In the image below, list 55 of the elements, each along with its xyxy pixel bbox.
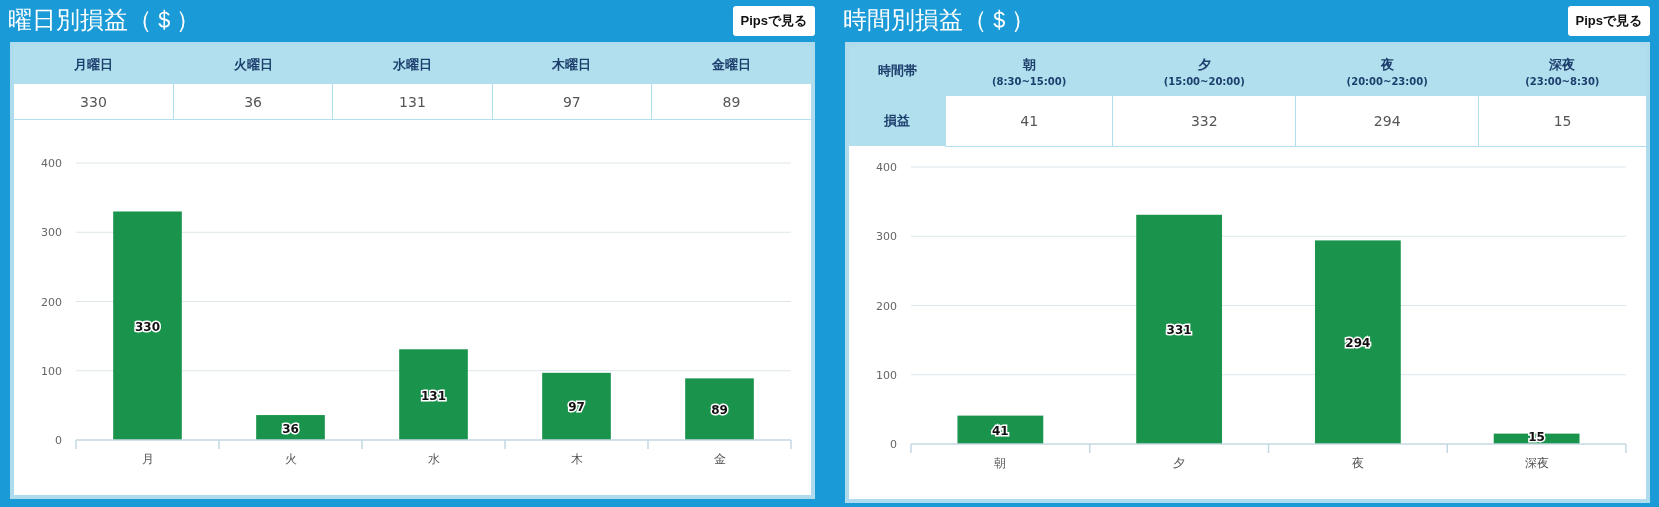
- bar-value-label: 41: [992, 423, 1009, 438]
- axis-label: 木: [570, 452, 583, 466]
- pips-button[interactable]: Pipsで見る: [732, 6, 815, 36]
- axis-label: 200: [41, 295, 62, 309]
- axis-label: 400: [41, 157, 62, 170]
- column-header: 月曜日: [14, 46, 174, 84]
- axis-label: 夕: [1173, 455, 1186, 470]
- axis-label: 金: [713, 452, 726, 466]
- table-cell: 131: [332, 84, 493, 120]
- bar-value-label: 89: [711, 403, 728, 418]
- axis-label: 朝: [994, 455, 1007, 470]
- table-cell: 330: [14, 84, 174, 120]
- axis-label: 火: [284, 452, 297, 466]
- bar-value-label: 330: [134, 319, 161, 334]
- panel-title: 曜日別損益（＄）: [8, 5, 200, 36]
- column-header: 夕 (15:00~20:00): [1112, 46, 1296, 96]
- bar: [256, 415, 325, 440]
- table-cell: 294: [1295, 96, 1479, 146]
- bar-value-label: 15: [1528, 429, 1545, 444]
- bar: [685, 378, 754, 440]
- table-cell: 15: [1478, 96, 1646, 146]
- table-cell: 97: [492, 84, 652, 120]
- column-header: 朝 (8:30~15:00): [945, 46, 1113, 96]
- column-header: 金曜日: [651, 46, 811, 84]
- axis-label: 水: [427, 452, 440, 466]
- axis-label: 100: [41, 364, 62, 378]
- table-cell: 89: [651, 84, 811, 120]
- table-cell: 36: [173, 84, 333, 120]
- table-cell: 332: [1112, 96, 1296, 146]
- column-header: 夜 (20:00~23:00): [1295, 46, 1479, 96]
- bar-value-label: 97: [568, 400, 585, 415]
- bar-value-label: 331: [1166, 322, 1192, 337]
- column-header: 深夜 (23:00~8:30): [1478, 46, 1646, 96]
- axis-label: 300: [41, 226, 62, 240]
- axis-label: 400: [876, 160, 897, 174]
- column-header: 木曜日: [492, 46, 652, 84]
- row-header: 損益: [849, 96, 946, 146]
- column-header: 水曜日: [332, 46, 493, 84]
- axis-label: 夜: [1351, 455, 1364, 470]
- bar-value-label: 36: [282, 421, 299, 436]
- axis-label: 300: [876, 229, 897, 243]
- pips-button[interactable]: Pipsで見る: [1567, 6, 1650, 36]
- table-cell: 41: [945, 96, 1113, 146]
- bar-value-label: 294: [1345, 335, 1371, 350]
- bar-value-label: 131: [420, 388, 447, 403]
- axis-label: 200: [876, 299, 897, 312]
- axis-label: 月: [141, 452, 154, 466]
- axis-label: 100: [876, 368, 897, 382]
- axis-label: 0: [55, 434, 62, 447]
- panel-title: 時間別損益（＄）: [843, 5, 1035, 36]
- row-header: 時間帯: [849, 46, 946, 96]
- bar: [542, 372, 611, 440]
- axis-label: 0: [890, 437, 897, 451]
- axis-label: 深夜: [1524, 455, 1549, 470]
- column-header: 火曜日: [173, 46, 333, 84]
